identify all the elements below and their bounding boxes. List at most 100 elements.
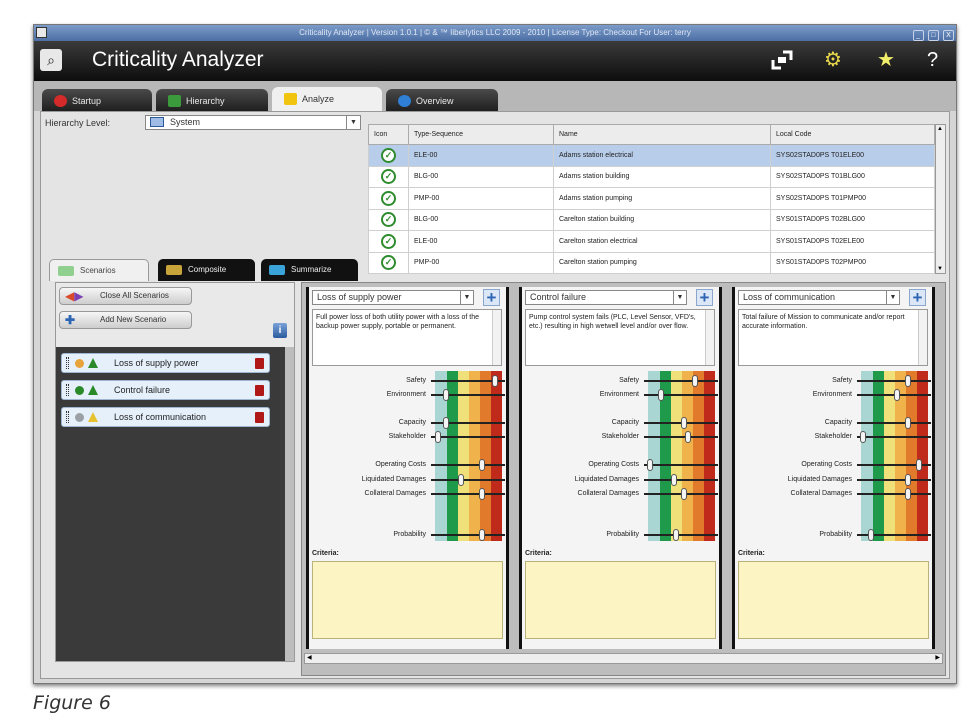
slider-knob[interactable] <box>671 474 677 486</box>
slider-knob[interactable] <box>860 431 866 443</box>
description-scrollbar[interactable] <box>705 310 714 365</box>
slider-knob[interactable] <box>479 488 485 500</box>
info-button[interactable]: i <box>273 323 287 338</box>
table-row[interactable]: ✓ BLG-00 Adams station building SYS02STAD0P… <box>368 165 935 188</box>
slider-knob[interactable] <box>681 417 687 429</box>
delete-icon[interactable] <box>255 385 264 396</box>
tab-startup[interactable]: Startup <box>42 89 152 113</box>
slider-knob[interactable] <box>905 417 911 429</box>
slider-track[interactable] <box>644 394 718 396</box>
slider-knob[interactable] <box>443 417 449 429</box>
add-icon[interactable]: + <box>483 289 500 306</box>
slider-track[interactable] <box>857 493 931 495</box>
slider-track[interactable] <box>644 479 718 481</box>
tab-overview[interactable]: Overview <box>386 89 498 113</box>
column-header-icon[interactable]: Icon <box>368 124 409 145</box>
scenario-description[interactable]: Total failure of Mission to communicate … <box>738 309 928 366</box>
scenario-description[interactable]: Full power loss of both utility power wi… <box>312 309 502 366</box>
slider-knob[interactable] <box>479 459 485 471</box>
slider-track[interactable] <box>644 380 718 382</box>
add-icon[interactable]: + <box>696 289 713 306</box>
criteria-textarea[interactable] <box>525 561 716 639</box>
slider-knob[interactable] <box>916 459 922 471</box>
scenario-item[interactable]: Loss of communication <box>61 407 270 427</box>
slider-knob[interactable] <box>905 375 911 387</box>
scenario-select[interactable]: Loss of communication ▼ <box>738 290 900 305</box>
criteria-textarea[interactable] <box>312 561 503 639</box>
slider-knob[interactable] <box>868 529 874 541</box>
expand-icon[interactable] <box>770 49 794 76</box>
slider-knob[interactable] <box>905 488 911 500</box>
scenario-select[interactable]: Control failure ▼ <box>525 290 687 305</box>
close-all-scenarios-button[interactable]: ◀▶ Close All Scenarios <box>59 287 192 305</box>
slider-knob[interactable] <box>681 488 687 500</box>
help-icon[interactable]: ? <box>927 49 938 71</box>
description-scrollbar[interactable] <box>492 310 501 365</box>
table-row[interactable]: ✓ PMP-00 Carelton station pumping SYS01STAD… <box>368 251 935 274</box>
scroll-up-icon[interactable]: ▲ <box>937 126 943 132</box>
slider-knob[interactable] <box>658 389 664 401</box>
slider-knob[interactable] <box>443 389 449 401</box>
add-icon[interactable]: + <box>909 289 926 306</box>
slider-track[interactable] <box>857 436 931 438</box>
slider-knob[interactable] <box>905 474 911 486</box>
tab-summarize[interactable]: Summarize <box>261 259 358 281</box>
slider-track[interactable] <box>431 493 505 495</box>
scenario-item[interactable]: Control failure <box>61 380 270 400</box>
star-icon[interactable]: ★ <box>877 49 895 71</box>
slider-track[interactable] <box>431 436 505 438</box>
gear-icon[interactable]: ⚙ <box>824 49 842 71</box>
minimize-button[interactable]: _ <box>912 30 924 41</box>
column-header-type[interactable]: Type-Sequence <box>408 124 554 145</box>
slider-knob[interactable] <box>894 389 900 401</box>
horizontal-scrollbar[interactable]: ◀ ▶ <box>304 653 943 664</box>
slider-knob[interactable] <box>435 431 441 443</box>
add-new-scenario-button[interactable]: ✚ Add New Scenario <box>59 311 192 329</box>
chevron-down-icon[interactable]: ▼ <box>346 116 360 129</box>
hierarchy-level-select[interactable]: System ▼ <box>145 115 361 130</box>
table-scrollbar[interactable]: ▲ ▼ <box>935 124 946 274</box>
window-menu-icon[interactable] <box>36 27 47 38</box>
delete-icon[interactable] <box>255 358 264 369</box>
drag-handle-icon[interactable] <box>66 357 69 369</box>
slider-knob[interactable] <box>492 375 498 387</box>
slider-track[interactable] <box>644 534 718 536</box>
scenario-list-scrollbar[interactable] <box>285 347 294 661</box>
tab-scenarios[interactable]: Scenarios <box>49 259 149 281</box>
criteria-textarea[interactable] <box>738 561 929 639</box>
slider-knob[interactable] <box>673 529 679 541</box>
chevron-down-icon[interactable]: ▼ <box>886 291 899 304</box>
slider-knob[interactable] <box>692 375 698 387</box>
drag-handle-icon[interactable] <box>66 384 69 396</box>
scroll-right-icon[interactable]: ▶ <box>935 654 940 663</box>
table-row[interactable]: ✓ PMP-00 Adams station pumping SYS02STAD0PS… <box>368 187 935 210</box>
slider-track[interactable] <box>644 464 718 466</box>
maximize-button[interactable]: □ <box>927 30 939 41</box>
slider-track[interactable] <box>857 380 931 382</box>
tab-analyze[interactable]: Analyze <box>272 87 382 113</box>
tab-hierarchy[interactable]: Hierarchy <box>156 89 268 113</box>
table-row[interactable]: ✓ ELE-00 Adams station electrical SYS02STAD… <box>368 144 935 167</box>
slider-track[interactable] <box>857 422 931 424</box>
slider-track[interactable] <box>431 479 505 481</box>
scroll-down-icon[interactable]: ▼ <box>937 266 943 272</box>
scenario-description[interactable]: Pump control system fails (PLC, Level Se… <box>525 309 715 366</box>
scenario-select[interactable]: Loss of supply power ▼ <box>312 290 474 305</box>
table-row[interactable]: ✓ BLG-00 Carelton station building SYS01STA… <box>368 208 935 231</box>
slider-track[interactable] <box>431 464 505 466</box>
tab-composite[interactable]: Composite <box>158 259 255 281</box>
close-button[interactable]: X <box>943 30 954 41</box>
chevron-down-icon[interactable]: ▼ <box>460 291 473 304</box>
column-header-name[interactable]: Name <box>553 124 771 145</box>
scroll-left-icon[interactable]: ◀ <box>307 654 312 663</box>
slider-knob[interactable] <box>479 529 485 541</box>
scenario-item[interactable]: Loss of supply power <box>61 353 270 373</box>
column-header-code[interactable]: Local Code <box>770 124 935 145</box>
slider-track[interactable] <box>431 534 505 536</box>
delete-icon[interactable] <box>255 412 264 423</box>
chevron-down-icon[interactable]: ▼ <box>673 291 686 304</box>
slider-track[interactable] <box>857 479 931 481</box>
description-scrollbar[interactable] <box>918 310 927 365</box>
slider-knob[interactable] <box>647 459 653 471</box>
slider-track[interactable] <box>644 436 718 438</box>
